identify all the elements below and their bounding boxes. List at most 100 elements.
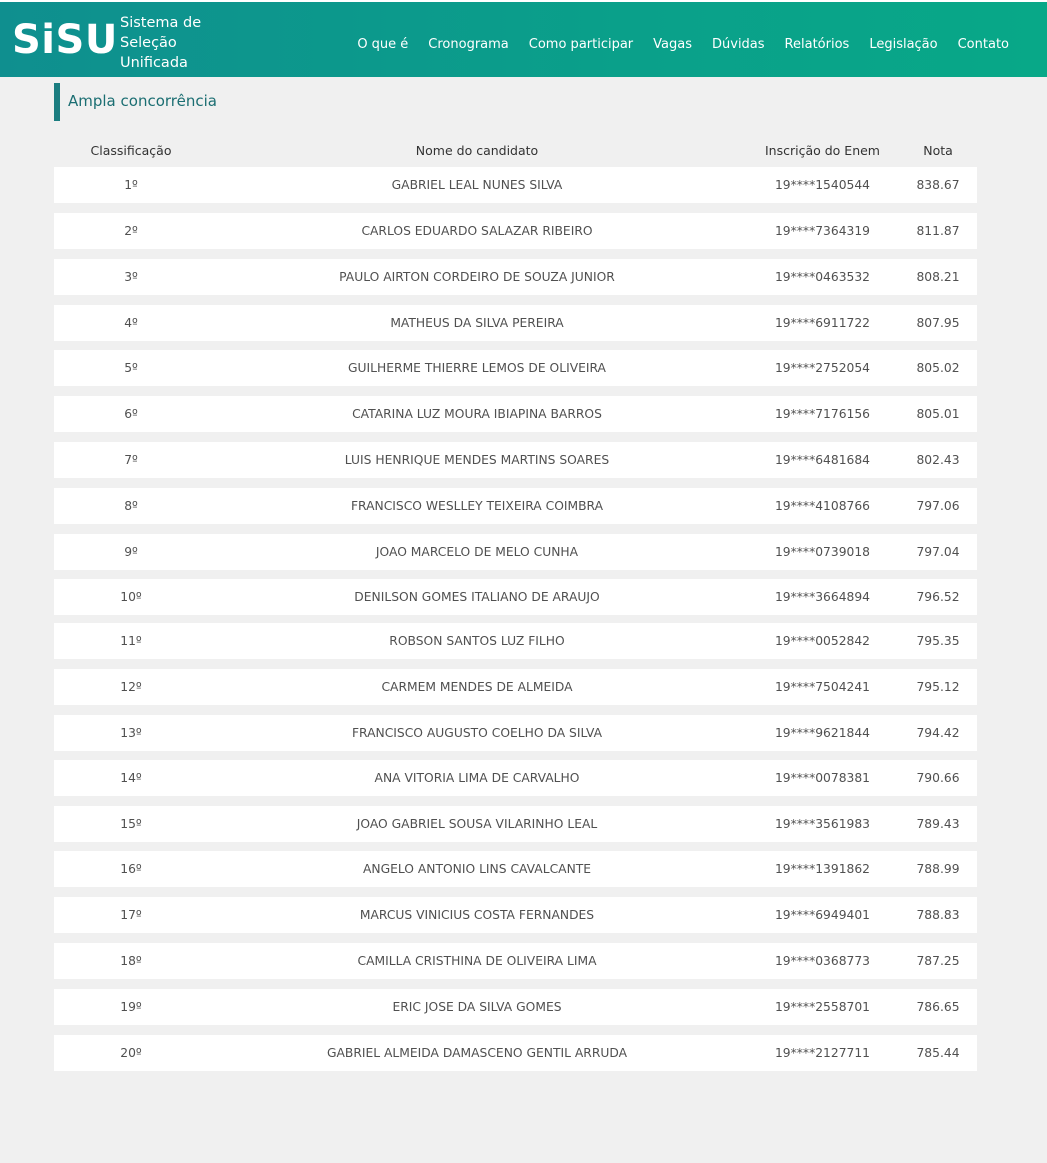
candidate-name-cell: ERIC JOSE DA SILVA GOMES [392,1000,562,1014]
score-cell: 787.25 [916,954,960,968]
candidate-name-cell: CARMEM MENDES DE ALMEIDA [381,680,573,694]
score-cell: 795.12 [916,680,960,694]
rank-cell: 7º [124,453,138,467]
enem-id-cell: 19****0463532 [774,270,870,284]
candidate-name-cell: GUILHERME THIERRE LEMOS DE OLIVEIRA [348,361,606,375]
score-cell: 805.02 [916,361,960,375]
table-row: 19º ERIC JOSE DA SILVA GOMES 19****2558701… [54,989,977,1025]
table-row: 11º ROBSON SANTOS LUZ FILHO 19****0052842 7… [54,623,977,659]
nav-legislacao[interactable]: Legislação [869,37,937,52]
enem-id-cell: 19****0739018 [774,545,870,559]
candidate-name-cell: JOAO GABRIEL SOUSA VILARINHO LEAL [356,817,598,831]
candidate-name-cell: MARCUS VINICIUS COSTA FERNANDES [359,908,595,922]
rank-cell: 3º [124,270,138,284]
table-row: 10º DENILSON GOMES ITALIANO DE ARAUJO 19**… [54,579,977,615]
score-cell: 811.87 [916,224,960,238]
enem-id-cell: 19****0052842 [774,634,870,648]
table-row: 2º CARLOS EDUARDO SALAZAR RIBEIRO 19****73… [54,213,977,249]
score-cell: 797.04 [916,545,960,559]
candidate-name-cell: ROBSON SANTOS LUZ FILHO [389,634,565,648]
rank-cell: 18º [120,954,142,968]
table-row: 16º ANGELO ANTONIO LINS CAVALCANTE 19****1… [54,851,977,887]
section-title: Ampla concorrência [54,83,217,121]
score-cell: 807.95 [916,316,960,330]
table-row: 5º GUILHERME THIERRE LEMOS DE OLIVEIRA 19*… [54,350,977,386]
score-cell: 797.06 [916,499,960,513]
enem-id-cell: 19****3561983 [774,817,870,831]
table-row: 9º JOAO MARCELO DE MELO CUNHA 19****073901… [54,534,977,570]
table-row: 7º LUIS HENRIQUE MENDES MARTINS SOARES 19*… [54,442,977,478]
rank-cell: 5º [124,361,138,375]
enem-id-cell: 19****9621844 [774,726,870,740]
nav-relatorios[interactable]: Relatórios [785,37,850,52]
rank-cell: 8º [124,499,138,513]
enem-id-cell: 19****0078381 [774,771,870,785]
enem-id-cell: 19****0368773 [774,954,870,968]
score-cell: 794.42 [916,726,960,740]
col-inscricao: Inscrição do Enem [764,143,880,158]
candidate-name-cell: GABRIEL LEAL NUNES SILVA [391,178,563,192]
enem-id-cell: 19****2127711 [774,1046,870,1060]
candidate-name-cell: FRANCISCO AUGUSTO COELHO DA SILVA [351,726,603,740]
enem-id-cell: 19****4108766 [774,499,870,513]
main-nav: O que é Cronograma Como participar Vagas… [357,37,1009,52]
candidate-name-cell: LUIS HENRIQUE MENDES MARTINS SOARES [344,453,610,467]
enem-id-cell: 19****7364319 [774,224,870,238]
candidate-name-cell: CARLOS EDUARDO SALAZAR RIBEIRO [361,224,593,238]
nav-vagas[interactable]: Vagas [653,37,692,52]
rank-cell: 10º [120,590,142,604]
candidate-name-cell: JOAO MARCELO DE MELO CUNHA [375,545,579,559]
rank-cell: 9º [124,545,138,559]
score-cell: 788.83 [916,908,960,922]
score-cell: 802.43 [916,453,960,467]
col-nome: Nome do candidato [415,143,539,158]
nav-como-participar[interactable]: Como participar [529,37,633,52]
table-row: 18º CAMILLA CRISTHINA DE OLIVEIRA LIMA 19*… [54,943,977,979]
nav-contato[interactable]: Contato [958,37,1009,52]
candidate-name-cell: CAMILLA CRISTHINA DE OLIVEIRA LIMA [357,954,597,968]
candidate-name-cell: CATARINA LUZ MOURA IBIAPINA BARROS [352,407,602,421]
rank-cell: 2º [124,224,138,238]
candidate-name-cell: DENILSON GOMES ITALIANO DE ARAUJO [354,590,600,604]
table-row: 17º MARCUS VINICIUS COSTA FERNANDES 19****… [54,897,977,933]
logo-tagline: Sistema de Seleção Unificada [120,15,202,71]
rank-cell: 13º [120,726,142,740]
table-row: 20º GABRIEL ALMEIDA DAMASCENO GENTIL ARRU… [54,1035,977,1071]
score-cell: 790.66 [916,771,960,785]
col-nota: Nota [923,143,953,158]
nav-o-que-e[interactable]: O que é [357,37,408,52]
table-row: 15º JOAO GABRIEL SOUSA VILARINHO LEAL 19**… [54,806,977,842]
rank-cell: 20º [120,1046,142,1060]
enem-id-cell: 19****2752054 [774,361,870,375]
enem-id-cell: 19****6911722 [774,316,870,330]
table-row: 4º MATHEUS DA SILVA PEREIRA 19****6911722 8… [54,305,977,341]
score-cell: 838.67 [916,178,960,192]
enem-id-cell: 19****1391862 [774,862,870,876]
score-cell: 785.44 [916,1046,960,1060]
candidate-name-cell: MATHEUS DA SILVA PEREIRA [390,316,564,330]
score-cell: 788.99 [916,862,960,876]
score-cell: 786.65 [916,1000,960,1014]
table-row: 1º GABRIEL LEAL NUNES SILVA 19****1540544 8… [54,167,977,203]
rank-cell: 1º [124,178,138,192]
nav-duvidas[interactable]: Dúvidas [712,37,765,52]
score-cell: 805.01 [916,407,960,421]
rank-cell: 14º [120,771,142,785]
col-classificacao: Classificação [90,143,172,158]
score-cell: 795.35 [916,634,960,648]
site-header: SiSU Sistema de Seleção Unificada O que … [0,2,1047,77]
table-row: 12º CARMEM MENDES DE ALMEIDA 19****7504241… [54,669,977,705]
enem-id-cell: 19****6949401 [774,908,870,922]
table-row: 13º FRANCISCO AUGUSTO COELHO DA SILVA 19**… [54,715,977,751]
rank-cell: 17º [120,908,142,922]
enem-id-cell: 19****1540544 [774,178,870,192]
table-row: 3º PAULO AIRTON CORDEIRO DE SOUZA JUNIOR 1… [54,259,977,295]
nav-cronograma[interactable]: Cronograma [428,37,508,52]
score-cell: 796.52 [916,590,960,604]
rank-cell: 6º [124,407,138,421]
enem-id-cell: 19****7176156 [774,407,870,421]
table-row: 14º ANA VITORIA LIMA DE CARVALHO 19****007… [54,760,977,796]
candidate-name-cell: ANA VITORIA LIMA DE CARVALHO [374,771,580,785]
candidate-name-cell: ANGELO ANTONIO LINS CAVALCANTE [362,862,592,876]
sisu-logo[interactable]: SiSU [12,20,118,60]
